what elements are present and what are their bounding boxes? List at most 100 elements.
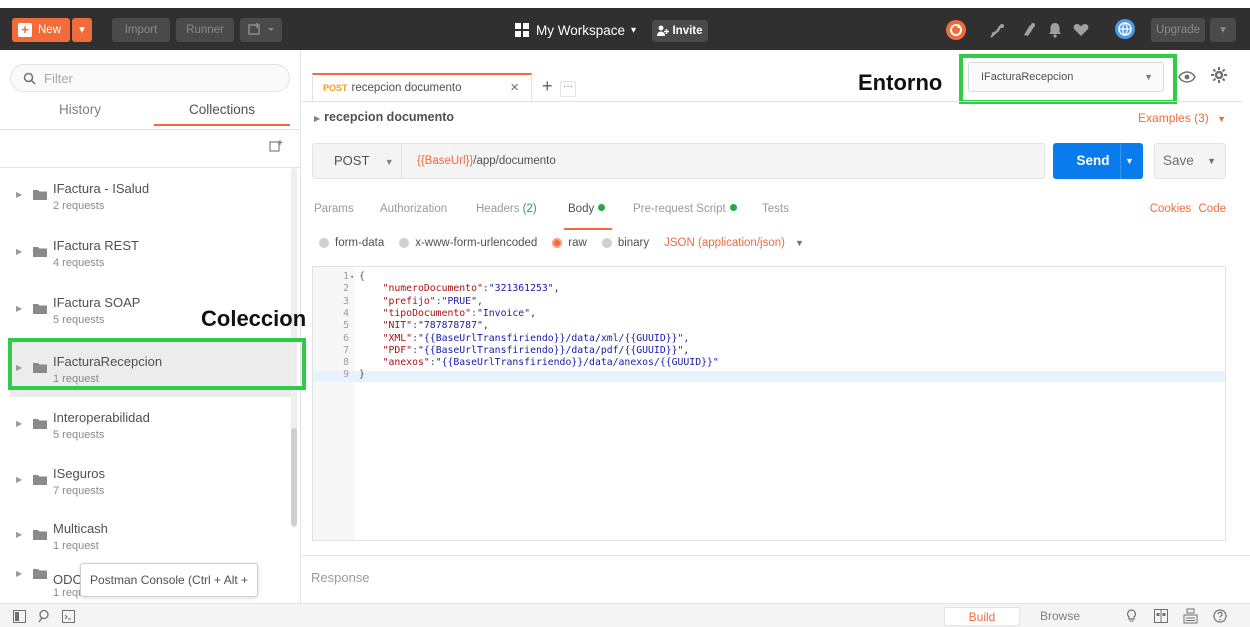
divider — [0, 129, 301, 130]
folder-icon — [33, 247, 47, 257]
workspace-selector[interactable]: My Workspace ▾ — [514, 18, 636, 42]
fold-caret-icon[interactable]: ▾ — [350, 272, 354, 282]
sync-icon[interactable] — [946, 20, 966, 40]
save-button[interactable]: Save ▼ — [1154, 143, 1226, 179]
collection-name: Multicash — [53, 521, 108, 536]
collection-name: IFacturaRecepcion — [53, 354, 163, 369]
collection-name: Interoperabilidad — [53, 410, 150, 425]
collection-name: ODO — [53, 572, 83, 587]
line-number: 7 — [343, 344, 349, 356]
radio-urlencoded[interactable]: x-www-form-urlencoded — [399, 237, 537, 249]
gear-icon[interactable] — [1210, 66, 1228, 84]
send-button[interactable]: Send ▼ — [1053, 143, 1143, 179]
url-variable: {{BaseUrl}} — [417, 155, 474, 167]
json-value: "787878787", — [418, 320, 489, 332]
collection-count: 7 requests — [53, 485, 105, 497]
collection-name: IFactura - ISalud — [53, 181, 150, 196]
environment-select[interactable]: IFacturaRecepcion ▼ — [968, 62, 1164, 92]
scrollbar-thumb[interactable] — [291, 428, 297, 526]
line-number: 9 — [343, 369, 349, 381]
breadcrumb[interactable]: ▶ recepcion documento — [314, 110, 454, 124]
collection-item-selected[interactable]: ▶ IFacturaRecepcion 1 request — [10, 340, 291, 397]
code-link[interactable]: Code — [1199, 203, 1227, 215]
new-window-icon — [248, 23, 274, 35]
tab-authorization[interactable]: Authorization — [380, 203, 447, 215]
tab-headers[interactable]: Headers (2) — [476, 203, 537, 215]
caret-right-icon: ▶ — [16, 247, 23, 256]
line-number: 8 — [343, 357, 349, 369]
collection-item[interactable]: ▶ IFactura - ISalud 2 requests — [10, 167, 291, 224]
grid-icon — [515, 23, 529, 37]
close-icon[interactable]: × — [510, 79, 519, 96]
caret-right-icon: ▶ — [16, 363, 23, 372]
tab-params[interactable]: Params — [314, 203, 354, 215]
sidebar-toggle-icon[interactable] — [13, 610, 26, 623]
chevron-down-icon[interactable]: ▼ — [1125, 143, 1134, 179]
radio-circle — [399, 238, 410, 248]
caret-right-icon: ▶ — [16, 190, 23, 199]
folder-icon — [33, 530, 47, 540]
collection-item[interactable]: ▶ IFactura REST 4 requests — [10, 224, 291, 281]
new-button[interactable]: + New — [12, 18, 70, 42]
runner-button[interactable]: Runner — [176, 18, 234, 42]
console-icon[interactable] — [62, 610, 75, 623]
headers-count: (2) — [522, 203, 537, 215]
response-panel: Response — [302, 555, 1250, 603]
radio-binary[interactable]: binary — [601, 237, 649, 249]
line-number: 6 — [343, 332, 349, 344]
method-select[interactable]: POST ▼ — [313, 144, 402, 178]
code-line: "anexos":"{{BaseUrlTransfiriendo}}/data/… — [382, 357, 719, 369]
radio-form-data[interactable]: form-data — [319, 237, 384, 249]
json-value: "321361253", — [488, 283, 560, 295]
new-tab-plus-icon[interactable]: + — [542, 76, 553, 97]
json-key: "NIT" — [382, 320, 413, 332]
browse-toggle[interactable]: Browse — [1022, 607, 1098, 626]
chevron-down-icon: ▼ — [794, 238, 804, 248]
tab-body[interactable]: Body — [568, 203, 606, 215]
invite-button[interactable]: Invite — [652, 20, 708, 42]
tab-prerequest-script[interactable]: Pre-request Script — [633, 203, 737, 215]
plus-icon: + — [18, 23, 32, 37]
satellite-icon[interactable] — [989, 21, 1007, 39]
chevron-down-icon: ▼ — [384, 157, 394, 167]
json-key: "numeroDocumento" — [382, 283, 483, 295]
layout-icon[interactable] — [1154, 609, 1168, 623]
radio-raw[interactable]: raw — [552, 237, 587, 249]
new-collection-icon[interactable] — [269, 139, 283, 153]
tab-history[interactable]: History — [10, 102, 150, 126]
body-indicator-dot — [598, 204, 606, 211]
tab-tests[interactable]: Tests — [762, 203, 789, 215]
avatar[interactable] — [1115, 19, 1135, 39]
cookies-link[interactable]: Cookies — [1150, 203, 1192, 215]
chevron-down-icon[interactable]: ▼ — [1207, 144, 1216, 178]
examples-dropdown[interactable]: Examples (3) ▼ — [1138, 111, 1226, 125]
eye-icon[interactable] — [1178, 68, 1196, 86]
caret-right-icon: ▶ — [16, 304, 23, 313]
search-input[interactable]: Filter — [10, 64, 290, 92]
heart-icon[interactable] — [1072, 21, 1090, 39]
more-tabs-icon[interactable]: ··· — [560, 81, 576, 97]
content-type-select[interactable]: JSON (application/json) ▼ — [664, 237, 804, 249]
upgrade-dropdown-caret[interactable]: ▾ — [1210, 18, 1236, 42]
collection-item[interactable]: ▶ Interoperabilidad 5 requests — [10, 396, 291, 453]
annotation-coleccion: Coleccion — [201, 306, 307, 331]
bell-icon[interactable] — [1046, 21, 1064, 39]
import-button[interactable]: Import — [112, 18, 170, 42]
help-icon[interactable] — [1213, 609, 1227, 623]
upgrade-button[interactable]: Upgrade — [1151, 18, 1205, 42]
tab-collections[interactable]: Collections — [154, 102, 290, 126]
code-line: "prefijo":"PRUE", — [382, 295, 483, 307]
code-line: } — [359, 370, 365, 380]
keyboard-icon[interactable] — [1183, 608, 1198, 624]
body-label: Body — [568, 203, 595, 215]
url-input[interactable]: {{BaseUrl}}/app/documento — [417, 144, 556, 178]
capture-icon[interactable] — [1020, 21, 1038, 39]
collection-item[interactable]: ▶ ISeguros 7 requests — [10, 452, 291, 509]
new-window-button[interactable] — [240, 18, 282, 42]
bootcamp-icon[interactable] — [1125, 609, 1138, 624]
build-toggle[interactable]: Build — [944, 607, 1020, 626]
search-icon[interactable] — [38, 609, 52, 623]
request-tab[interactable]: POST recepcion documento × — [312, 73, 532, 101]
body-editor[interactable]: 1 ▾ {2 "numeroDocumento":"321361253", 3 "pr… — [312, 266, 1226, 541]
new-dropdown-caret[interactable]: ▾ — [72, 18, 92, 42]
